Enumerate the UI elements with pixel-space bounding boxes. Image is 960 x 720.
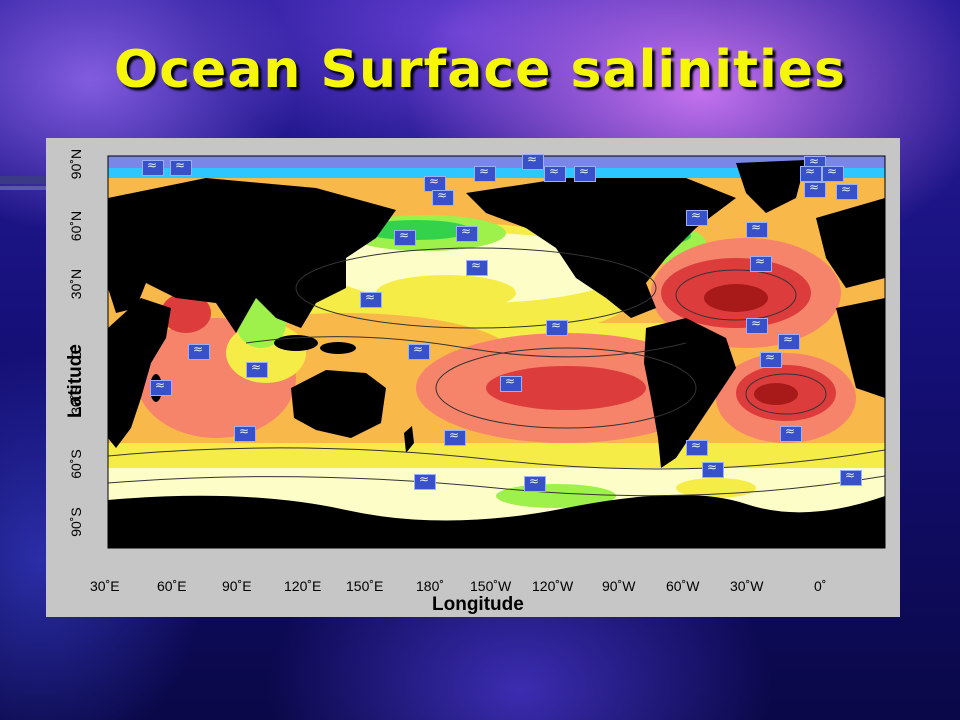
buoy-icon bbox=[780, 424, 802, 442]
buoy-icon bbox=[804, 180, 826, 198]
accent-bar bbox=[0, 176, 50, 184]
buoy-icon bbox=[522, 152, 544, 170]
buoy-icon bbox=[836, 182, 858, 200]
lat-tick: 30˚N bbox=[68, 268, 84, 300]
buoy-icon bbox=[246, 360, 268, 378]
lat-tick: 90˚S bbox=[68, 507, 84, 537]
buoy-icon bbox=[474, 164, 496, 182]
buoy-icon bbox=[234, 424, 256, 442]
buoy-icon bbox=[456, 224, 478, 242]
lon-tick: 180˚ bbox=[416, 578, 445, 594]
buoy-icon bbox=[746, 316, 768, 334]
buoy-icon bbox=[360, 290, 382, 308]
lon-tick: 90˚E bbox=[222, 578, 252, 594]
lon-tick: 120˚E bbox=[284, 578, 322, 594]
buoy-icon bbox=[466, 258, 488, 276]
y-axis-title: Latitude bbox=[65, 344, 86, 418]
buoy-icon bbox=[686, 208, 708, 226]
buoy-icon bbox=[142, 158, 164, 176]
buoy-icon bbox=[686, 438, 708, 456]
x-axis-title: Longitude bbox=[432, 594, 524, 615]
buoy-icon bbox=[702, 460, 724, 478]
lat-tick: 60˚N bbox=[68, 210, 84, 242]
buoy-icon bbox=[778, 332, 800, 350]
buoy-icon bbox=[750, 254, 772, 272]
buoy-icon bbox=[546, 318, 568, 336]
buoy-icon bbox=[746, 220, 768, 238]
buoy-icon bbox=[414, 472, 436, 490]
buoy-icon bbox=[444, 428, 466, 446]
buoy-icon bbox=[170, 158, 192, 176]
buoy-icon bbox=[150, 378, 172, 396]
lon-tick: 30˚W bbox=[730, 578, 764, 594]
lon-tick: 90˚W bbox=[602, 578, 636, 594]
salinity-map bbox=[107, 155, 886, 549]
lon-tick: 60˚E bbox=[157, 578, 187, 594]
lon-tick: 150˚E bbox=[346, 578, 384, 594]
buoy-icon bbox=[760, 350, 782, 368]
lat-tick: 60˚S bbox=[68, 449, 84, 479]
lon-tick: 60˚W bbox=[666, 578, 700, 594]
buoy-icon bbox=[574, 164, 596, 182]
lat-tick: 90˚N bbox=[68, 148, 84, 180]
buoy-icon bbox=[544, 164, 566, 182]
buoy-icon bbox=[840, 468, 862, 486]
slide-title: Ocean Surface salinities bbox=[114, 40, 846, 100]
buoy-icon bbox=[432, 188, 454, 206]
lon-tick: 120˚W bbox=[532, 578, 574, 594]
buoy-icon bbox=[822, 164, 844, 182]
accent-bar-thin bbox=[0, 186, 50, 190]
lon-tick: 0˚ bbox=[814, 578, 827, 594]
buoy-icon bbox=[188, 342, 210, 360]
lon-tick: 30˚E bbox=[90, 578, 120, 594]
lon-tick: 150˚W bbox=[470, 578, 512, 594]
buoy-icon bbox=[500, 374, 522, 392]
salinity-map-panel: 90˚N 60˚N 30˚N 0˚ 30˚S 60˚S 90˚S 30˚E 60… bbox=[46, 138, 900, 617]
buoy-icon bbox=[408, 342, 430, 360]
buoy-icon bbox=[524, 474, 546, 492]
buoy-icon bbox=[394, 228, 416, 246]
